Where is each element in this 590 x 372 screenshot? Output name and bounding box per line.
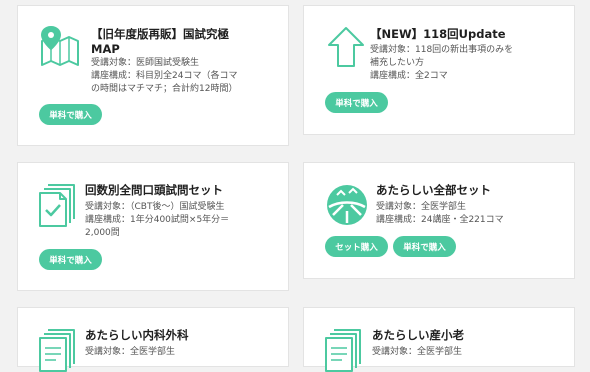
course-card: 回数別全問口頭試問セット 受講対象：（CBT後〜）国試受験生 講座構成：1年分4… bbox=[17, 162, 289, 291]
document-stack-icon bbox=[325, 329, 361, 372]
course-title: 回数別全問口頭試問セット bbox=[85, 183, 223, 197]
buy-single-button[interactable]: 単科で購入 bbox=[393, 236, 456, 257]
buy-set-button[interactable]: セット購入 bbox=[325, 236, 388, 257]
course-meta: 受講対象：（CBT後〜）国試受験生 講座構成：1年分400試問×5年分＝ 2,0… bbox=[85, 202, 230, 238]
course-meta: 受講対象：医師国試受験生 講座構成：科目別全24コマ（各コマ の時間はマチマチ；… bbox=[91, 58, 238, 94]
course-card: あたらしい全部セット 受講対象：全医学部生 講座構成：24講座・全221コマ セ… bbox=[303, 162, 575, 279]
course-meta: 受講対象：118回の新出事項のみを 補充したい方 講座構成：全2コマ bbox=[370, 45, 514, 81]
buy-single-button[interactable]: 単科で購入 bbox=[39, 104, 102, 125]
course-title: 【NEW】118回Update bbox=[370, 27, 506, 41]
document-stack-icon bbox=[39, 329, 75, 372]
course-title: あたらしい全部セット bbox=[376, 183, 491, 197]
course-title: 【旧年度版再販】国試究極 MAP bbox=[91, 27, 229, 56]
buy-single-button[interactable]: 単科で購入 bbox=[325, 92, 388, 113]
buy-single-button[interactable]: 単科で購入 bbox=[39, 249, 102, 270]
map-pin-icon bbox=[40, 25, 79, 66]
course-meta: 受講対象：全医学部生 講座構成：24講座・全221コマ bbox=[376, 202, 504, 225]
course-card: 【旧年度版再販】国試究極 MAP 受講対象：医師国試受験生 講座構成：科目別全24… bbox=[17, 5, 289, 146]
course-title: あたらしい産小老 bbox=[372, 328, 464, 342]
up-arrow-icon bbox=[328, 27, 364, 67]
road-badge-icon bbox=[327, 185, 367, 225]
course-title: あたらしい内科外科 bbox=[85, 328, 189, 342]
course-meta: 受講対象：全医学部生 bbox=[372, 347, 463, 357]
course-meta: 受講対象：全医学部生 bbox=[85, 347, 176, 357]
document-check-icon bbox=[39, 184, 75, 227]
course-card: 【NEW】118回Update 受講対象：118回の新出事項のみを 補充したい方… bbox=[303, 5, 575, 135]
course-card: あたらしい内科外科 受講対象：全医学部生 bbox=[17, 307, 289, 372]
course-card: あたらしい産小老 受講対象：全医学部生 bbox=[303, 307, 575, 372]
